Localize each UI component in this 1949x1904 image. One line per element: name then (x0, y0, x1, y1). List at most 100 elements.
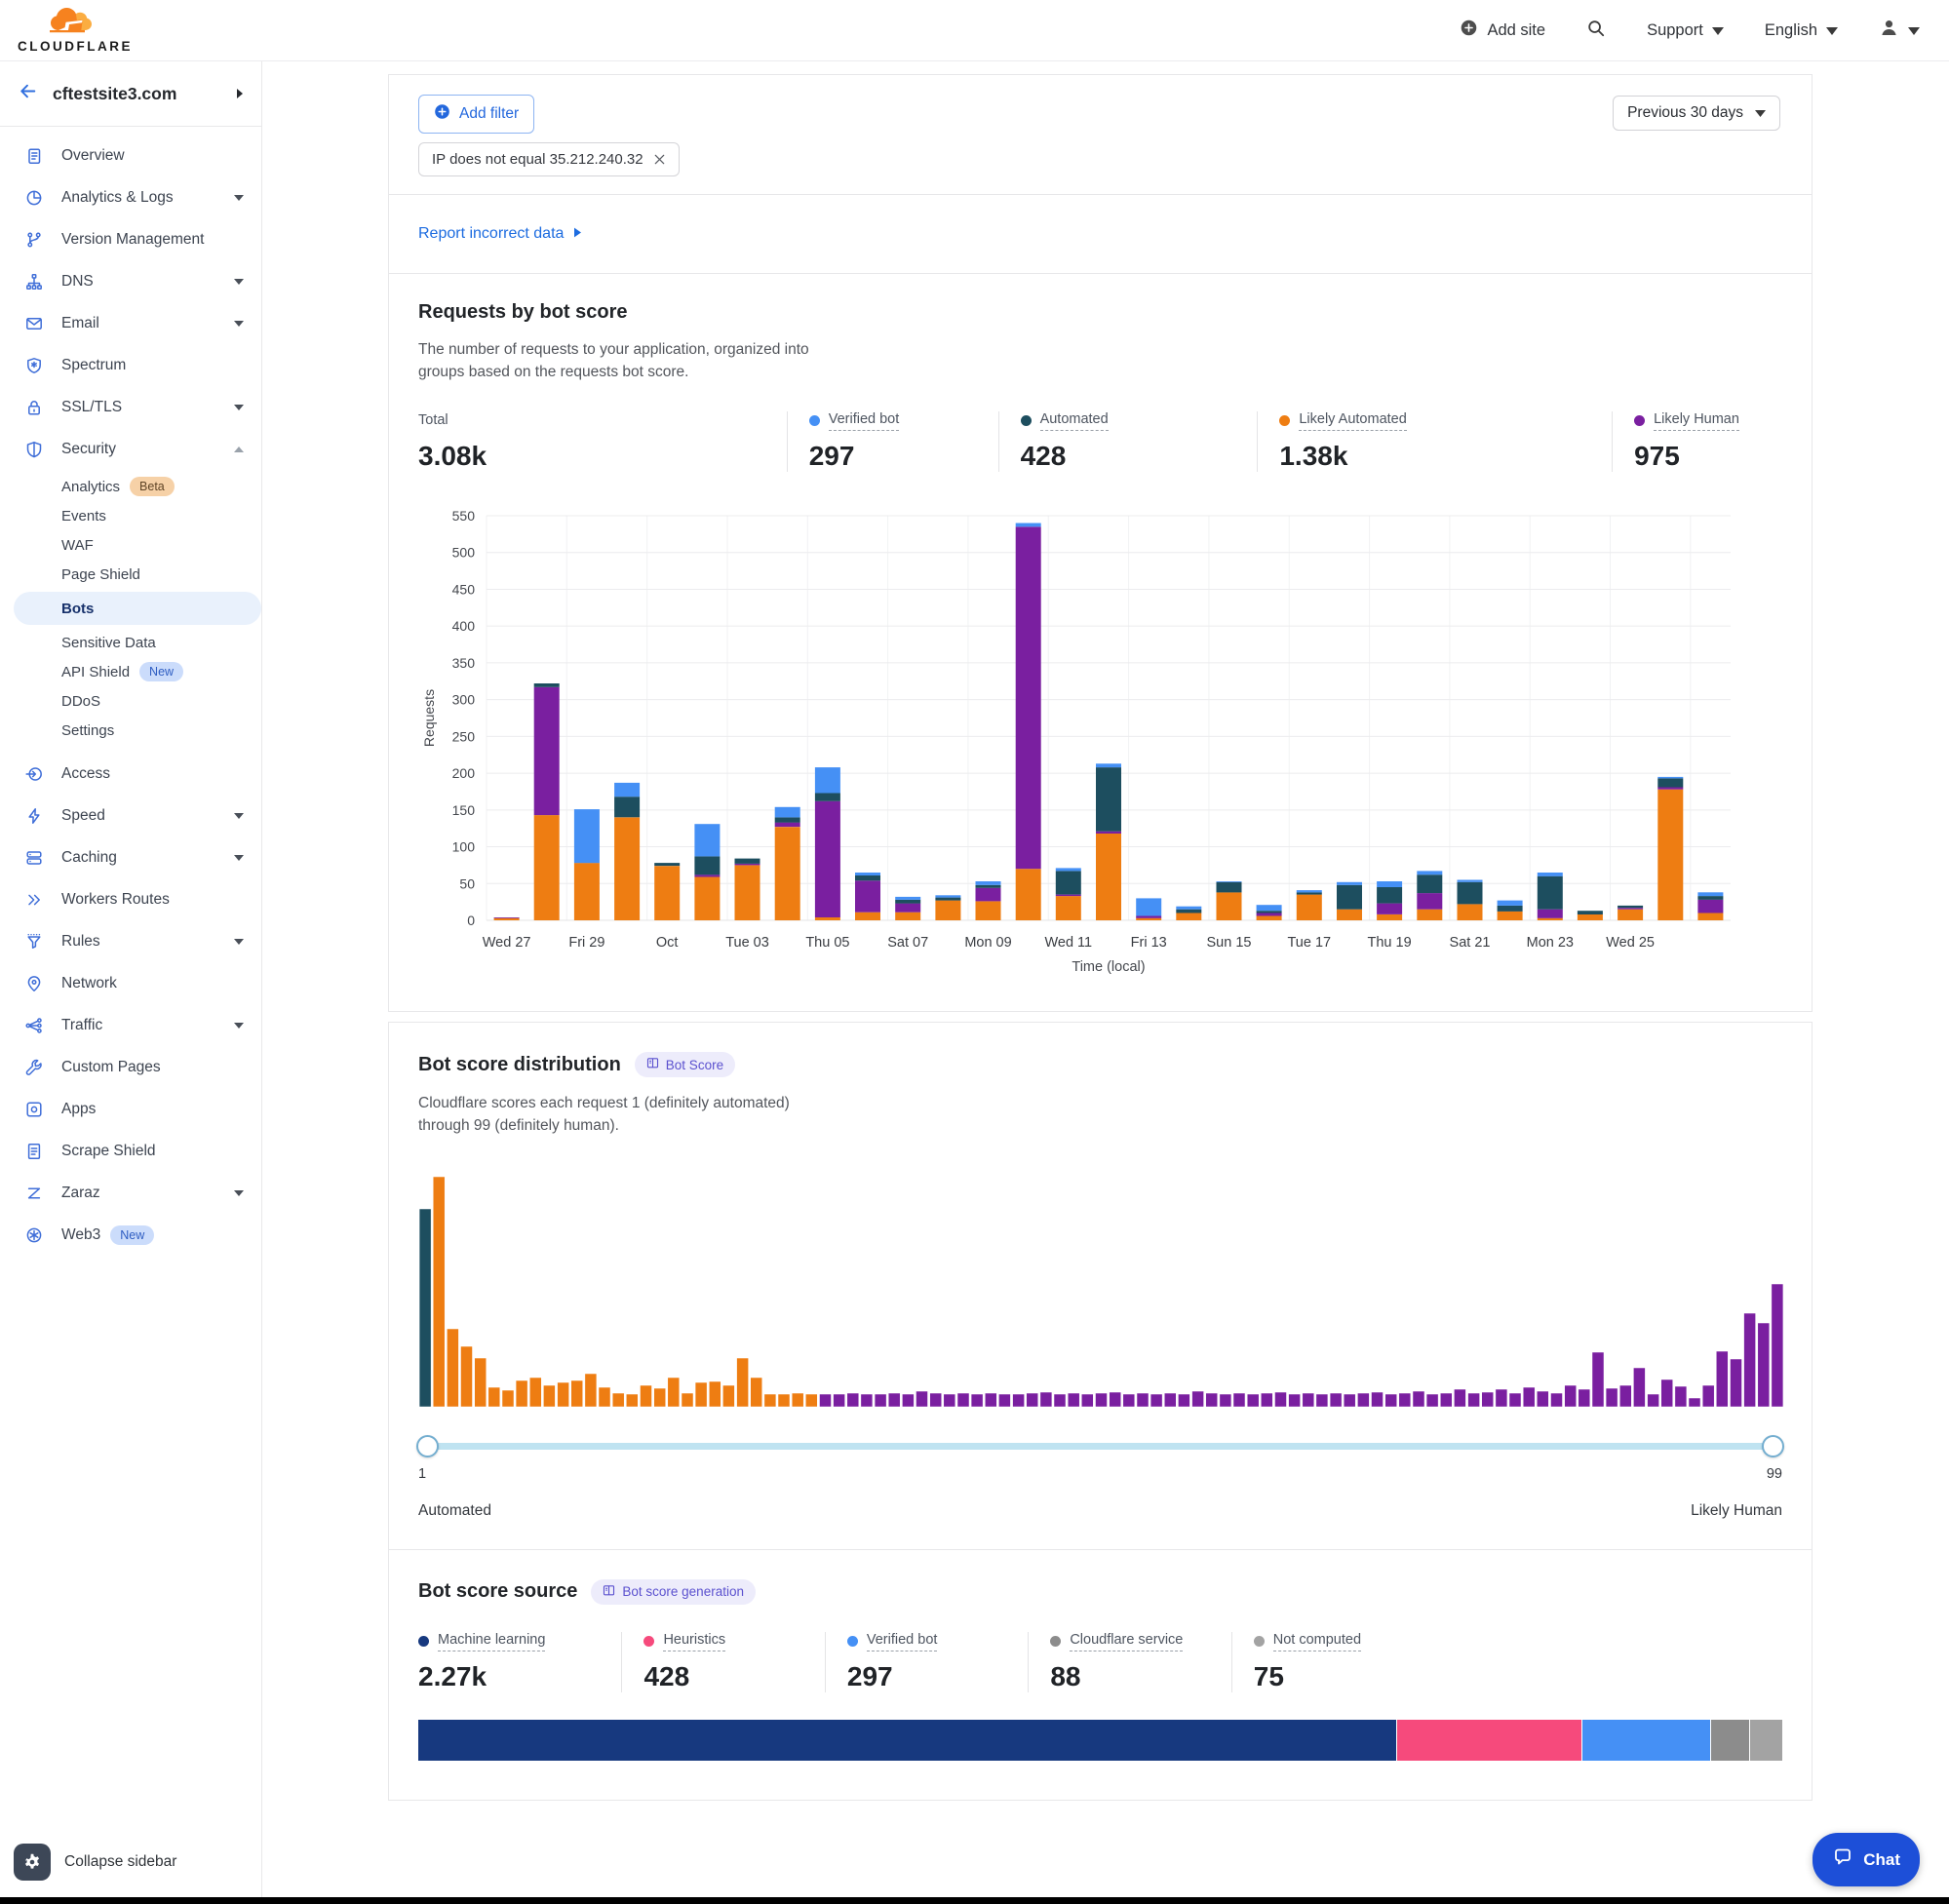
sidebar-item-email[interactable]: Email (0, 302, 261, 344)
source-segment-heuristics (1396, 1720, 1581, 1761)
sidebar-item-label: Traffic (61, 1017, 102, 1034)
web3-icon (24, 1225, 44, 1245)
sidebar-item-ddos[interactable]: DDoS (0, 686, 261, 716)
sidebar-item-security[interactable]: Security (0, 428, 261, 470)
svg-text:Requests: Requests (421, 689, 437, 747)
card-title: Bot score source (418, 1580, 577, 1603)
sidebar-item-page-shield[interactable]: Page Shield (0, 560, 261, 589)
sidebar-item-label: Sensitive Data (61, 635, 156, 651)
legend-dot (809, 415, 820, 426)
sidebar-item-speed[interactable]: Speed (0, 795, 261, 836)
sidebar-item-analytics[interactable]: AnalyticsBeta (0, 472, 261, 501)
bot-score-badge[interactable]: Bot Score (635, 1052, 735, 1077)
close-icon[interactable] (653, 153, 666, 166)
sidebar-item-events[interactable]: Events (0, 501, 261, 530)
sidebar-item-caching[interactable]: Caching (0, 836, 261, 878)
chevron-right-icon[interactable] (236, 88, 244, 99)
sidebar-item-rules[interactable]: Rules (0, 920, 261, 962)
chevron-up-icon (234, 447, 244, 452)
legend-dot (418, 1636, 429, 1647)
date-range-label: Previous 30 days (1627, 104, 1743, 122)
ssl-icon (24, 398, 44, 417)
sidebar-nav: Overview Analytics & LogsVersion Manageme… (0, 127, 261, 1826)
back-arrow-icon[interactable] (18, 81, 38, 106)
stat-cloudflare-service: Cloudflare service88 (1028, 1632, 1230, 1693)
bot-score-distribution-card: Bot score distribution Bot Score Cloudfl… (389, 1023, 1812, 1549)
sidebar-item-api-shield[interactable]: API ShieldNew (0, 657, 261, 686)
sidebar-item-network[interactable]: Network (0, 962, 261, 1004)
sidebar-item-spectrum[interactable]: Spectrum (0, 344, 261, 386)
gear-icon[interactable] (14, 1844, 51, 1881)
collapse-sidebar-label: Collapse sidebar (64, 1853, 176, 1871)
add-site-button[interactable]: Add site (1460, 19, 1545, 42)
sidebar-item-label: DNS (61, 273, 94, 291)
stat-automated: Automated428 (998, 411, 1258, 473)
cloudflare-logo[interactable]: CLOUDFLARE (18, 7, 133, 54)
sidebar-item-label: Overview (61, 147, 125, 165)
stat-machine-learning: Machine learning2.27k (418, 1632, 621, 1693)
report-incorrect-data-link[interactable]: Report incorrect data (418, 225, 582, 243)
sidebar-item-version-management[interactable]: Version Management (0, 218, 261, 260)
sidebar-item-settings[interactable]: Settings (0, 716, 261, 745)
svg-text:Time (local): Time (local) (1072, 959, 1145, 975)
sidebar: cftestsite3.com Overview Analytics & Logs… (0, 61, 262, 1898)
source-distribution-bar (418, 1720, 1782, 1761)
date-range-dropdown[interactable]: Previous 30 days (1613, 96, 1780, 131)
bot-score-generation-badge[interactable]: Bot score generation (591, 1579, 756, 1605)
sidebar-item-waf[interactable]: WAF (0, 530, 261, 560)
language-menu[interactable]: English (1765, 21, 1838, 40)
sidebar-item-dns[interactable]: DNS (0, 260, 261, 302)
sidebar-item-scrape-shield[interactable]: Scrape Shield (0, 1130, 261, 1172)
access-icon (24, 764, 44, 784)
sidebar-item-label: Network (61, 975, 117, 992)
sidebar-item-label: Security (61, 441, 116, 458)
sidebar-item-sensitive-data[interactable]: Sensitive Data (0, 628, 261, 657)
sidebar-item-workers-routes[interactable]: Workers Routes (0, 878, 261, 920)
collapse-sidebar-button[interactable]: Collapse sidebar (0, 1826, 261, 1898)
sidebar-item-apps[interactable]: Apps (0, 1088, 261, 1130)
score-range-slider[interactable] (418, 1435, 1782, 1457)
stat-value: 88 (1050, 1661, 1219, 1692)
sidebar-item-label: DDoS (61, 693, 100, 710)
sidebar-item-zaraz[interactable]: Zaraz (0, 1172, 261, 1214)
sidebar-item-bots[interactable]: Bots (14, 592, 261, 625)
svg-text:Sun 15: Sun 15 (1207, 935, 1252, 951)
filter-chip[interactable]: IP does not equal 35.212.240.32 (418, 142, 680, 176)
sidebar-item-custom-pages[interactable]: Custom Pages (0, 1046, 261, 1088)
site-header: cftestsite3.com (0, 61, 261, 127)
svg-text:Wed 11: Wed 11 (1044, 935, 1092, 951)
card-title: Bot score distribution (418, 1054, 621, 1076)
slider-handle-max[interactable] (1762, 1435, 1784, 1457)
add-filter-button[interactable]: Add filter (418, 95, 534, 134)
email-icon (24, 314, 44, 333)
sidebar-item-label: Access (61, 765, 110, 783)
slider-track[interactable] (418, 1443, 1782, 1450)
sidebar-item-access[interactable]: Access (0, 753, 261, 795)
cloudflare-cloud-icon (45, 7, 105, 38)
sidebar-item-ssl-tls[interactable]: SSL/TLS (0, 386, 261, 428)
svg-text:Fri 13: Fri 13 (1131, 935, 1167, 951)
chat-button[interactable]: Chat (1813, 1833, 1920, 1886)
report-section: Report incorrect data (389, 194, 1812, 273)
sidebar-item-traffic[interactable]: Traffic (0, 1004, 261, 1046)
arrow-right-icon (573, 225, 582, 243)
svg-text:500: 500 (452, 545, 476, 561)
zaraz-icon (24, 1184, 44, 1203)
bottom-strip (0, 1897, 1949, 1904)
source-segment-not-computed (1749, 1720, 1782, 1761)
site-name[interactable]: cftestsite3.com (53, 84, 176, 104)
stat-value: 975 (1634, 441, 1771, 472)
sidebar-item-analytics-logs[interactable]: Analytics & Logs (0, 176, 261, 218)
sidebar-item-overview[interactable]: Overview (0, 135, 261, 176)
account-menu[interactable] (1879, 18, 1920, 43)
slider-handle-min[interactable] (416, 1435, 439, 1457)
slider-min-value: 1 (418, 1466, 426, 1482)
svg-text:Wed 27: Wed 27 (483, 935, 531, 951)
svg-text:300: 300 (452, 692, 476, 708)
search-button[interactable] (1586, 19, 1606, 43)
sidebar-item-label: Page Shield (61, 566, 140, 583)
analytics-card: Add filter IP does not equal 35.212.240.… (388, 74, 1813, 1012)
sidebar-item-web3[interactable]: Web3New (0, 1214, 261, 1256)
top-navbar: CLOUDFLARE Add site Support English (0, 0, 1949, 61)
support-menu[interactable]: Support (1647, 21, 1724, 40)
